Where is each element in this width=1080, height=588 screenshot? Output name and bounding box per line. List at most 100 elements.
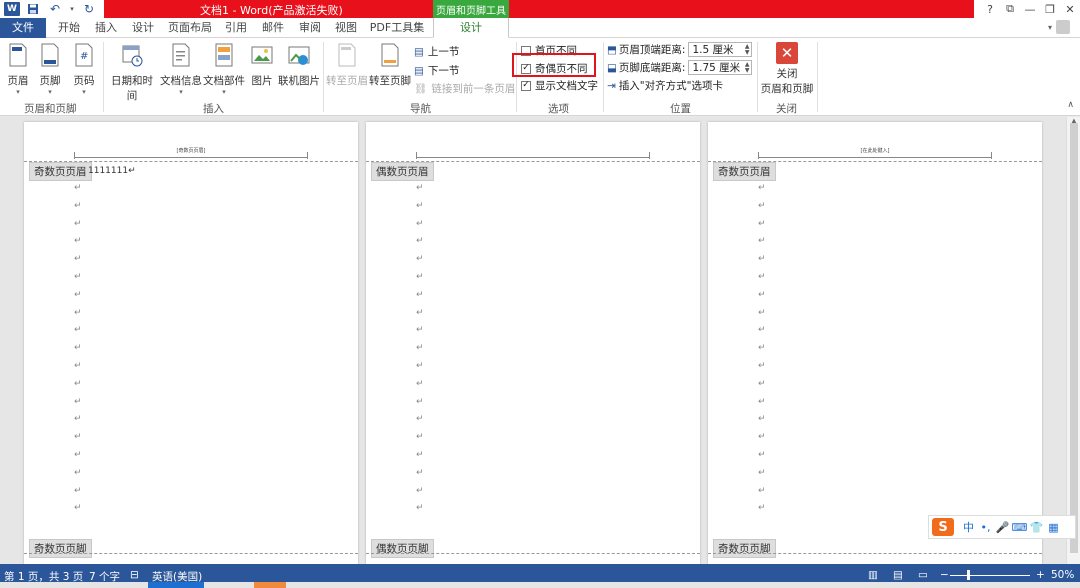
footer-separator bbox=[24, 553, 358, 554]
user-dropdown-icon[interactable]: ▾ bbox=[1048, 23, 1052, 32]
window-controls: ? ⧉ — ❐ ✕ bbox=[980, 0, 1080, 18]
date-time-button[interactable]: 日期和时间 bbox=[106, 42, 158, 103]
link-to-previous-button[interactable]: ⛓ 链接到前一条页眉 bbox=[414, 81, 515, 96]
avatar[interactable] bbox=[1056, 20, 1070, 34]
group-separator bbox=[757, 42, 758, 112]
tab-pdf-tools[interactable]: PDF工具集 bbox=[368, 18, 426, 38]
paragraph-marks: ↵ ↵ ↵ ↵ ↵ ↵ ↵ ↵ ↵ ↵ ↵ ↵ ↵ ↵ ↵ ↵ ↵ ↵ ↵ bbox=[758, 183, 766, 514]
group-label-header-footer: 页眉和页脚 bbox=[24, 103, 77, 115]
tab-review[interactable]: 审阅 bbox=[295, 18, 325, 38]
tab-layout[interactable]: 页面布局 bbox=[165, 18, 215, 38]
undo-icon[interactable]: ↶ bbox=[46, 1, 64, 17]
ime-skin-icon[interactable]: 👕 bbox=[1028, 521, 1045, 534]
odd-page-header-tag: 奇数页页眉 bbox=[29, 162, 92, 181]
picture-icon bbox=[251, 46, 273, 64]
dropdown-arrow-icon: ▾ bbox=[82, 88, 86, 96]
ribbon: 页眉 ▾ 页脚 ▾ # 页码 ▾ 页眉和页脚 日期和时间 文档信息 ▾ 文档部件 ▾ 图片… bbox=[0, 38, 1080, 116]
previous-section-button[interactable]: ▤ 上一节 bbox=[414, 44, 459, 59]
ime-toolbox-icon[interactable]: ▦ bbox=[1045, 521, 1062, 534]
tab-header-footer-design[interactable]: 设计 bbox=[433, 18, 509, 38]
header-button[interactable]: 页眉 ▾ bbox=[4, 42, 32, 96]
next-section-button[interactable]: ▤ 下一节 bbox=[414, 63, 459, 78]
dropdown-arrow-icon: ▾ bbox=[48, 88, 52, 96]
user-account[interactable]: ▾ bbox=[1048, 20, 1070, 34]
spinner-arrows-icon[interactable]: ▲ ▼ bbox=[745, 43, 752, 56]
tab-file[interactable]: 文件 bbox=[0, 18, 46, 38]
vertical-scrollbar[interactable]: ▲ bbox=[1066, 117, 1080, 564]
online-picture-button[interactable]: 联机图片 bbox=[278, 42, 320, 88]
insert-alignment-tab-button[interactable]: ⇥ 插入"对齐方式"选项卡 bbox=[607, 78, 723, 93]
quick-parts-button[interactable]: 文档部件 ▾ bbox=[203, 42, 245, 96]
tab-insert[interactable]: 插入 bbox=[91, 18, 121, 38]
check-mark-icon[interactable]: ✓ bbox=[521, 80, 531, 91]
tab-home[interactable]: 开始 bbox=[54, 18, 84, 38]
page-number-button[interactable]: # 页码 ▾ bbox=[70, 42, 98, 96]
highlight-box bbox=[512, 53, 596, 77]
dropdown-arrow-icon: ▾ bbox=[179, 88, 183, 96]
svg-text:#: # bbox=[80, 51, 88, 62]
ime-microphone-icon[interactable]: 🎤 bbox=[994, 521, 1011, 534]
scrollbar-thumb[interactable] bbox=[1070, 123, 1078, 553]
zoom-in-button[interactable]: + bbox=[1036, 569, 1045, 581]
taskbar-item[interactable] bbox=[148, 582, 204, 588]
close-header-footer-button[interactable]: ✕ 关闭 页眉和页脚 bbox=[760, 42, 814, 96]
tab-view[interactable]: 视图 bbox=[331, 18, 361, 38]
go-to-footer-icon bbox=[381, 43, 399, 67]
next-section-icon: ▤ bbox=[414, 64, 424, 77]
body-text[interactable]: 1111111↵ bbox=[88, 166, 136, 176]
web-layout-icon[interactable]: ▭ bbox=[918, 569, 928, 581]
ime-chinese-mode[interactable]: 中 bbox=[960, 519, 977, 535]
ribbon-display-options-icon[interactable]: ⧉ bbox=[1000, 2, 1020, 16]
zoom-slider[interactable] bbox=[950, 575, 1030, 576]
header-position-icon: ⬒ bbox=[607, 43, 617, 56]
restore-icon[interactable]: ❐ bbox=[1040, 3, 1060, 16]
document-info-button[interactable]: 文档信息 ▾ bbox=[160, 42, 202, 96]
footer-button[interactable]: 页脚 ▾ bbox=[36, 42, 64, 96]
dropdown-arrow-icon: ▾ bbox=[222, 88, 226, 96]
context-tab-group-label: 页眉和页脚工具 bbox=[433, 0, 509, 18]
sogou-logo-icon[interactable]: S bbox=[932, 518, 954, 536]
ribbon-tabs: 文件 开始 插入 设计 页面布局 引用 邮件 审阅 视图 PDF工具集 设计 ▾ bbox=[0, 18, 1080, 38]
spinner-arrows-icon[interactable]: ▲ ▼ bbox=[745, 61, 752, 74]
read-mode-icon[interactable]: ▥ bbox=[868, 569, 878, 581]
minimize-icon[interactable]: — bbox=[1020, 3, 1040, 16]
print-layout-icon[interactable]: ▤ bbox=[893, 569, 903, 581]
undo-dropdown-icon[interactable]: ▾ bbox=[68, 1, 76, 17]
show-document-text-checkbox[interactable]: ✓ 显示文档文字 bbox=[521, 78, 598, 93]
group-label-insert: 插入 bbox=[203, 103, 224, 115]
go-to-header-button[interactable]: 转至页眉 bbox=[326, 42, 368, 88]
quick-access-toolbar: W ↶ ▾ ↻ ▾ bbox=[0, 0, 110, 18]
ime-keyboard-icon[interactable]: ⌨ bbox=[1011, 521, 1028, 534]
collapse-ribbon-icon[interactable]: ∧ bbox=[1067, 100, 1074, 110]
word-logo-icon: W bbox=[4, 2, 20, 16]
tab-references[interactable]: 引用 bbox=[221, 18, 251, 38]
proofing-icon[interactable]: ⊟ bbox=[130, 569, 139, 581]
title-bar: W ↶ ▾ ↻ ▾ 文档1 - Word(产品激活失败) 页眉和页脚工具 ? ⧉… bbox=[0, 0, 1080, 18]
footer-bottom-distance: ⬓ 页脚底端距离: 1.75 厘米 ▲ ▼ bbox=[607, 60, 753, 75]
picture-button[interactable]: 图片 bbox=[247, 42, 277, 88]
footer-position-icon: ⬓ bbox=[607, 61, 617, 74]
close-window-icon[interactable]: ✕ bbox=[1060, 3, 1080, 16]
save-icon[interactable] bbox=[24, 1, 42, 17]
group-separator bbox=[103, 42, 104, 112]
tab-mailings[interactable]: 邮件 bbox=[258, 18, 288, 38]
taskbar-item[interactable] bbox=[254, 582, 286, 588]
zoom-slider-thumb[interactable] bbox=[967, 570, 970, 580]
page-1: [奇数页页眉] 奇数页页眉 1111111↵ ↵ ↵ ↵ ↵ ↵ ↵ ↵ ↵ ↵ ↵ ↵ ↵ ↵ ↵ ↵ ↵ ↵… bbox=[24, 122, 358, 564]
help-icon[interactable]: ? bbox=[980, 3, 1000, 16]
odd-page-footer-tag: 奇数页页脚 bbox=[713, 539, 776, 558]
header-top-distance: ⬒ 页眉顶端距离: 1.5 厘米 ▲ ▼ bbox=[607, 42, 753, 57]
footer-separator bbox=[366, 553, 700, 554]
taskbar-strip bbox=[0, 582, 1080, 588]
redo-icon[interactable]: ↻ bbox=[80, 1, 98, 17]
zoom-level[interactable]: 50% bbox=[1051, 569, 1074, 581]
group-separator bbox=[603, 42, 604, 112]
page-3: [在此处键入] 奇数页页眉 ↵ ↵ ↵ ↵ ↵ ↵ ↵ ↵ ↵ ↵ ↵ ↵ ↵ ↵ ↵ ↵ ↵ ↵ ↵ 奇数页页脚 bbox=[708, 122, 1042, 564]
odd-page-header-tag: 奇数页页眉 bbox=[713, 162, 776, 181]
header-top-distance-input[interactable]: 1.5 厘米 ▲ ▼ bbox=[688, 42, 753, 57]
go-to-footer-button[interactable]: 转至页脚 bbox=[369, 42, 411, 88]
ime-punctuation-icon[interactable]: •, bbox=[977, 521, 994, 534]
footer-bottom-distance-input[interactable]: 1.75 厘米 ▲ ▼ bbox=[688, 60, 753, 75]
tab-design-doc[interactable]: 设计 bbox=[128, 18, 158, 38]
zoom-out-button[interactable]: − bbox=[940, 569, 949, 581]
